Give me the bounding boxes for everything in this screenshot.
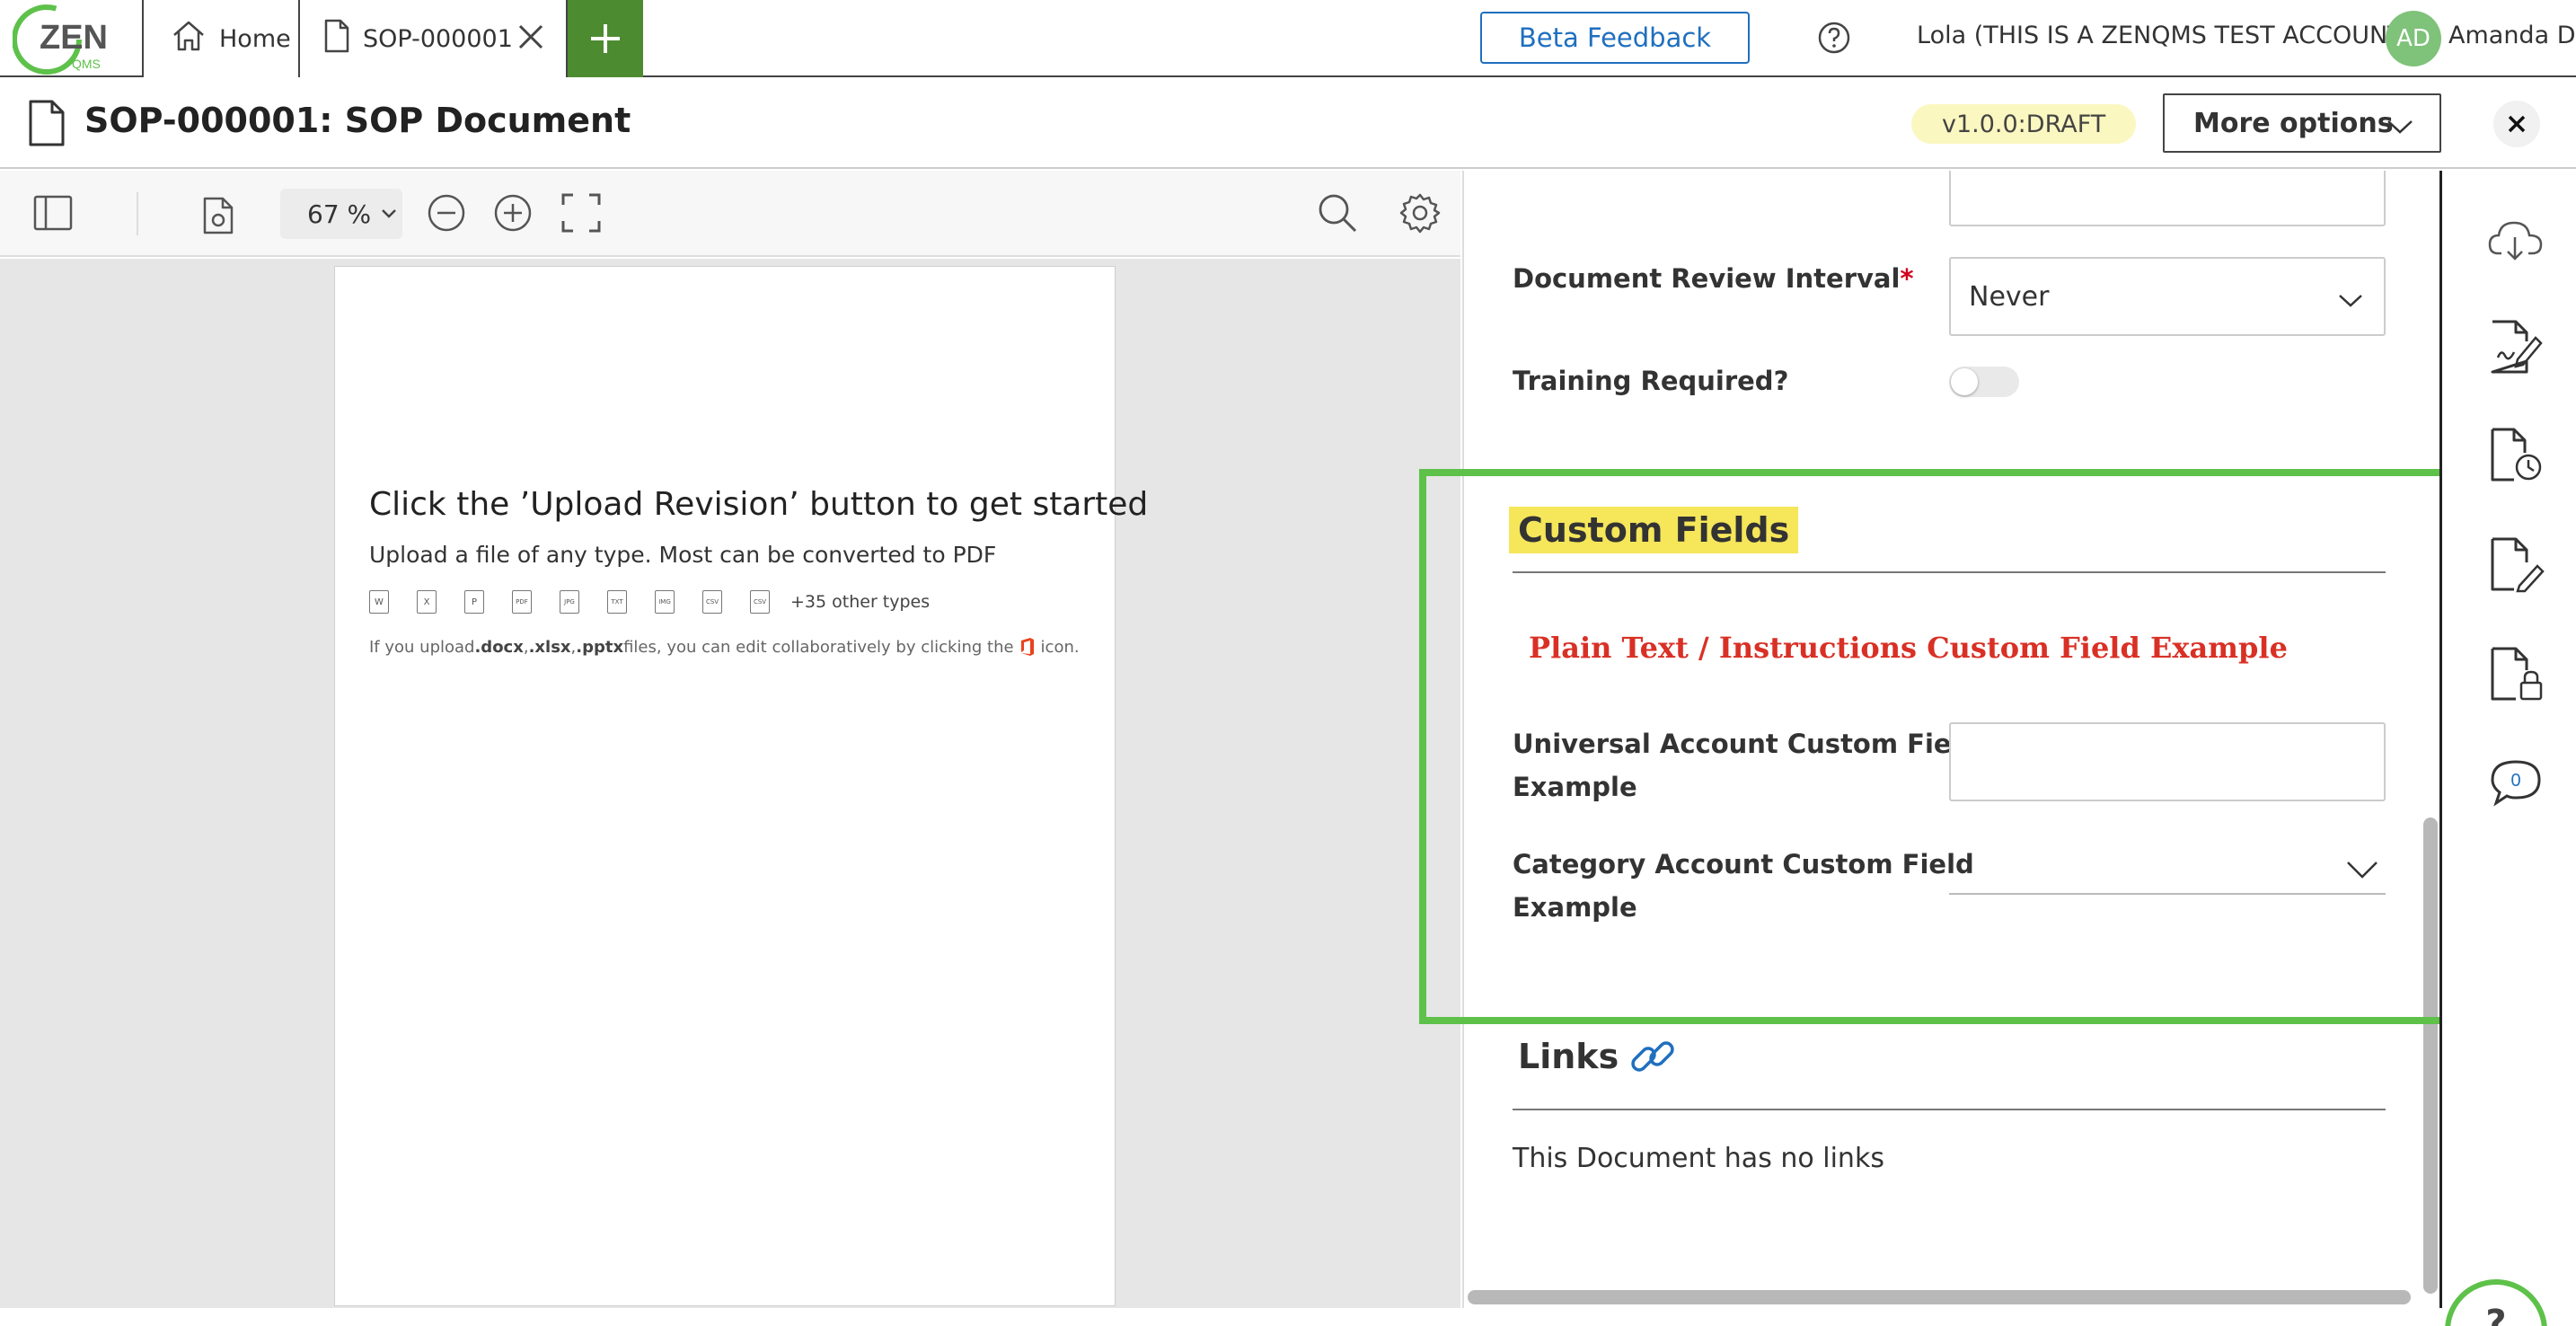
section-divider bbox=[1513, 1109, 2386, 1110]
note-end: icon. bbox=[1040, 637, 1080, 657]
lock-document-icon[interactable] bbox=[2487, 645, 2545, 703]
document-page: Click the ’Upload Revision’ button to ge… bbox=[334, 266, 1148, 1306]
close-icon bbox=[2508, 115, 2526, 133]
avatar[interactable]: AD bbox=[2386, 11, 2441, 66]
vertical-scrollbar[interactable] bbox=[2423, 818, 2438, 1294]
required-asterisk: * bbox=[1900, 263, 1914, 294]
training-required-toggle[interactable] bbox=[1949, 367, 2019, 397]
review-interval-label-text: Document Review Interval bbox=[1513, 263, 1901, 294]
toolbar-divider bbox=[137, 192, 138, 235]
instructions-custom-field: Plain Text / Instructions Custom Field E… bbox=[1529, 631, 2288, 665]
viewer-toolbar: 67 % bbox=[0, 171, 1460, 257]
word-file-icon: W bbox=[369, 590, 389, 614]
cloud-download-icon[interactable] bbox=[2487, 212, 2545, 270]
comments-icon[interactable]: 0 bbox=[2487, 755, 2545, 812]
office-icon bbox=[1019, 637, 1036, 657]
close-tab-icon[interactable] bbox=[516, 22, 546, 58]
right-action-rail: 0 bbox=[2439, 171, 2576, 1308]
chevron-down-icon bbox=[2386, 111, 2414, 143]
chevron-down-icon bbox=[2337, 286, 2364, 317]
zenqms-logo[interactable]: ZEN QMS bbox=[12, 2, 138, 75]
top-bar: ZEN QMS Home SOP-000001 Beta Feedback Lo… bbox=[0, 0, 2576, 77]
zoom-in-icon[interactable] bbox=[492, 192, 534, 237]
home-icon bbox=[171, 19, 207, 59]
zoom-out-icon[interactable] bbox=[426, 192, 467, 237]
universal-label-line2: Example bbox=[1513, 772, 1637, 802]
chevron-down-icon bbox=[2344, 859, 2380, 884]
section-divider bbox=[1513, 571, 2386, 573]
zoom-value: 67 % bbox=[307, 199, 372, 229]
pdf-file-icon: PDF bbox=[512, 590, 532, 614]
help-circle-icon[interactable] bbox=[1816, 20, 1852, 59]
review-interval-value: Never bbox=[1969, 280, 2050, 313]
note-suffix: files, you can edit collaboratively by c… bbox=[623, 637, 1014, 657]
plus-icon bbox=[591, 24, 620, 53]
links-title: Links bbox=[1518, 1037, 1619, 1076]
sidebar-toggle-icon[interactable] bbox=[32, 192, 74, 237]
svg-text:ZEN: ZEN bbox=[40, 19, 108, 57]
excel-file-icon: X bbox=[417, 590, 437, 614]
document-icon bbox=[323, 19, 350, 59]
sign-document-icon[interactable] bbox=[2487, 318, 2545, 376]
more-file-types: +35 other types bbox=[790, 592, 931, 612]
tab-sop-000001[interactable]: SOP-000001 bbox=[298, 0, 568, 77]
universal-custom-field-input[interactable] bbox=[1949, 722, 2386, 801]
toggle-knob bbox=[1951, 368, 1978, 395]
file-type-icons: W X P PDF JPG TXT IMG CSV CSV +35 other … bbox=[369, 590, 930, 614]
fullscreen-icon[interactable] bbox=[560, 192, 602, 237]
svg-text:QMS: QMS bbox=[72, 57, 101, 71]
category-label-line1: Category Account Custom Field bbox=[1513, 849, 1974, 880]
version-badge: v1.0.0:DRAFT bbox=[1911, 104, 2137, 144]
document-properties-panel: Document Review Interval* Never Training… bbox=[1462, 171, 2438, 1308]
document-header: SOP-000001: SOP Document v1.0.0:DRAFT Mo… bbox=[0, 79, 2576, 169]
review-interval-select[interactable]: Never bbox=[1949, 257, 2386, 336]
review-interval-label: Document Review Interval* bbox=[1513, 257, 1914, 300]
edit-document-icon[interactable] bbox=[2487, 535, 2545, 593]
gear-icon[interactable] bbox=[1399, 192, 1441, 237]
document-viewer[interactable]: Click the ’Upload Revision’ button to ge… bbox=[0, 259, 1460, 1308]
category-custom-field-label: Category Account Custom Field Example bbox=[1513, 843, 1974, 929]
training-required-label: Training Required? bbox=[1513, 366, 1789, 396]
picture-file-icon: IMG bbox=[655, 590, 675, 614]
powerpoint-file-icon: P bbox=[464, 590, 484, 614]
page-title: SOP-000001: SOP Document bbox=[84, 101, 631, 140]
category-custom-field-select[interactable] bbox=[1949, 846, 2386, 895]
comments-count: 0 bbox=[2510, 771, 2520, 791]
no-links-message: This Document has no links bbox=[1513, 1143, 1884, 1174]
upload-prompt-subheading: Upload a file of any type. Most can be c… bbox=[369, 542, 997, 568]
horizontal-scrollbar[interactable] bbox=[1468, 1290, 2411, 1304]
custom-fields-title: Custom Fields bbox=[1509, 507, 1799, 553]
tab-home-label: Home bbox=[219, 24, 291, 53]
text-file-icon: TXT bbox=[607, 590, 627, 614]
csv-file-icon: CSV bbox=[702, 590, 722, 614]
upload-prompt-heading: Click the ’Upload Revision’ button to ge… bbox=[369, 486, 1149, 523]
new-tab-button[interactable] bbox=[568, 0, 643, 77]
document-settings-icon[interactable] bbox=[201, 196, 237, 239]
close-document-button[interactable] bbox=[2493, 101, 2540, 147]
search-icon[interactable] bbox=[1317, 192, 1358, 237]
chevron-down-icon bbox=[382, 209, 397, 218]
image-file-icon: JPG bbox=[560, 590, 579, 614]
account-name[interactable]: Lola (THIS IS A ZENQMS TEST ACCOUNT) bbox=[1917, 22, 2412, 49]
zoom-select[interactable]: 67 % bbox=[280, 189, 402, 239]
document-history-icon[interactable] bbox=[2487, 426, 2545, 483]
note-xlsx: .xlsx bbox=[528, 637, 571, 657]
more-options-button[interactable]: More options bbox=[2163, 93, 2441, 153]
beta-feedback-button[interactable]: Beta Feedback bbox=[1480, 12, 1750, 64]
tab-sop-label: SOP-000001 bbox=[363, 24, 513, 53]
note-docx: .docx bbox=[474, 637, 524, 657]
document-icon bbox=[27, 99, 66, 151]
more-options-label: More options bbox=[2193, 107, 2394, 139]
collaborative-edit-note: If you upload .docx, .xlsx, .pptx files,… bbox=[369, 637, 1080, 657]
note-prefix: If you upload bbox=[369, 637, 475, 657]
universal-label-line1: Universal Account Custom Field bbox=[1513, 729, 1980, 759]
tab-home[interactable]: Home bbox=[142, 0, 300, 77]
csv-file-icon: CSV bbox=[750, 590, 770, 614]
link-icon[interactable] bbox=[1626, 1030, 1680, 1087]
note-pptx: .pptx bbox=[576, 637, 624, 657]
category-label-line2: Example bbox=[1513, 892, 1637, 923]
user-name[interactable]: Amanda D bbox=[2448, 22, 2576, 49]
universal-custom-field-label: Universal Account Custom Field Example bbox=[1513, 722, 1979, 809]
description-textarea[interactable] bbox=[1949, 171, 2386, 226]
